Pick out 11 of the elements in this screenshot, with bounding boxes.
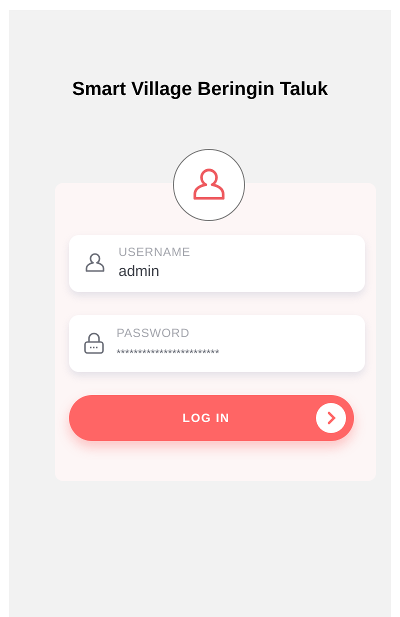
field-value: ************************ bbox=[116, 346, 220, 362]
arrow-circle-icon bbox=[316, 402, 346, 432]
password-field[interactable]: PASSWORD ************************ bbox=[68, 314, 364, 372]
field-label: USERNAME bbox=[118, 244, 191, 261]
user-icon bbox=[82, 251, 106, 275]
username-field[interactable]: USERNAME admin bbox=[68, 234, 364, 292]
lock-icon bbox=[82, 331, 104, 355]
app-title: Smart Village Beringin Taluk bbox=[72, 78, 328, 102]
field-value: admin bbox=[118, 262, 160, 282]
login-button[interactable]: LOG IN bbox=[68, 394, 354, 440]
field-label: PASSWORD bbox=[116, 324, 191, 342]
